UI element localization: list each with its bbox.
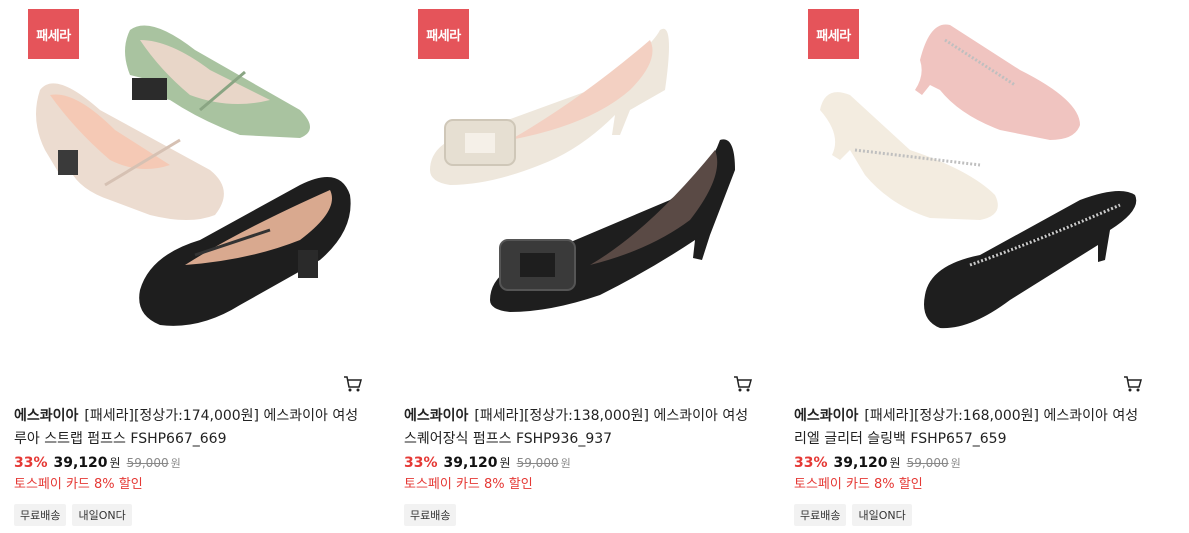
card-promo: 토스페이 카드 8% 할인 bbox=[404, 477, 533, 492]
tag-free-shipping: 무료배송 bbox=[404, 504, 457, 526]
tag-next-day: 내일ON다 bbox=[72, 504, 132, 526]
price-row: 33% 39,120 원 59,000 원 bbox=[14, 454, 181, 471]
sale-price: 39,120 bbox=[443, 455, 498, 471]
product-card[interactable]: 패세라 에스콰이아 [패세라][정상가:168,000원] 에스콰이아 여성 리엘… bbox=[780, 0, 1155, 533]
tag-list: 무료배송 bbox=[404, 504, 457, 526]
brand-name: 에스콰이아 bbox=[794, 408, 859, 424]
original-price: 59,000 bbox=[516, 456, 559, 470]
tag-list: 무료배송 내일ON다 bbox=[794, 504, 912, 526]
price-row: 33% 39,120 원 59,000 원 bbox=[404, 454, 571, 471]
cart-icon[interactable] bbox=[343, 375, 363, 393]
product-grid: 패세라 에스콰이아 [패세라][정상가:174,000원] 에스콰이아 여성 루… bbox=[0, 0, 1189, 533]
sale-price: 39,120 bbox=[53, 455, 108, 471]
brand-badge: 패세라 bbox=[418, 9, 469, 59]
tag-free-shipping: 무료배송 bbox=[794, 504, 847, 526]
tag-free-shipping: 무료배송 bbox=[14, 504, 67, 526]
product-title[interactable]: 에스콰이아 [패세라][정상가:138,000원] 에스콰이아 여성 스퀘어장식 … bbox=[404, 405, 749, 451]
product-title[interactable]: 에스콰이아 [패세라][정상가:174,000원] 에스콰이아 여성 루아 스트랩… bbox=[14, 405, 359, 451]
sale-price: 39,120 bbox=[833, 455, 888, 471]
brand-badge: 패세라 bbox=[28, 9, 79, 59]
card-promo: 토스페이 카드 8% 할인 bbox=[14, 477, 143, 492]
discount-rate: 33% bbox=[14, 455, 48, 471]
tag-list: 무료배송 내일ON다 bbox=[14, 504, 132, 526]
original-price-unit: 원 bbox=[170, 457, 181, 470]
price-unit: 원 bbox=[889, 456, 901, 470]
tag-next-day: 내일ON다 bbox=[852, 504, 912, 526]
product-image[interactable]: 패세라 bbox=[0, 0, 375, 360]
discount-rate: 33% bbox=[404, 455, 438, 471]
brand-name: 에스콰이아 bbox=[14, 408, 79, 424]
original-price: 59,000 bbox=[906, 456, 949, 470]
original-price: 59,000 bbox=[126, 456, 169, 470]
product-image[interactable]: 패세라 bbox=[390, 0, 765, 360]
price-unit: 원 bbox=[109, 456, 121, 470]
brand-name: 에스콰이아 bbox=[404, 408, 469, 424]
product-card[interactable]: 패세라 에스콰이아 [패세라][정상가:174,000원] 에스콰이아 여성 루… bbox=[0, 0, 375, 533]
card-promo: 토스페이 카드 8% 할인 bbox=[794, 477, 923, 492]
discount-rate: 33% bbox=[794, 455, 828, 471]
cart-icon[interactable] bbox=[733, 375, 753, 393]
product-image[interactable]: 패세라 bbox=[780, 0, 1155, 360]
original-price-unit: 원 bbox=[950, 457, 961, 470]
price-row: 33% 39,120 원 59,000 원 bbox=[794, 454, 961, 471]
cart-icon[interactable] bbox=[1123, 375, 1143, 393]
price-unit: 원 bbox=[499, 456, 511, 470]
product-title[interactable]: 에스콰이아 [패세라][정상가:168,000원] 에스콰이아 여성 리엘 글리터… bbox=[794, 405, 1139, 451]
product-card[interactable]: 패세라 에스콰이아 [패세라][정상가:138,000원] 에스콰이아 여성 스퀘… bbox=[390, 0, 765, 533]
brand-badge: 패세라 bbox=[808, 9, 859, 59]
original-price-unit: 원 bbox=[560, 457, 571, 470]
